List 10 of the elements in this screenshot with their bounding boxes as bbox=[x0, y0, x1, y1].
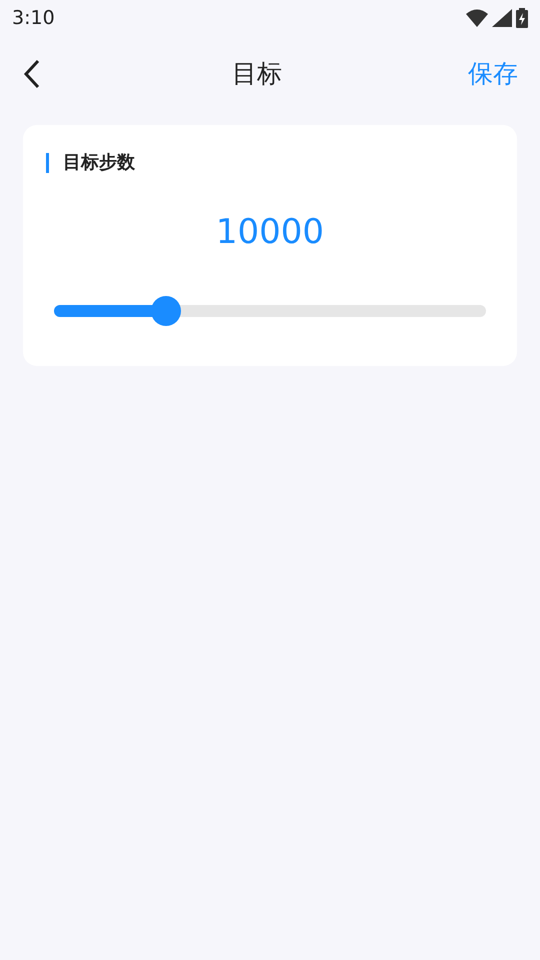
slider-thumb[interactable] bbox=[151, 296, 182, 326]
signal-icon bbox=[492, 9, 512, 27]
step-slider[interactable] bbox=[54, 296, 486, 326]
wifi-icon bbox=[466, 9, 488, 27]
status-time: 3:10 bbox=[12, 6, 55, 31]
step-goal-value: 10000 bbox=[214, 211, 326, 254]
save-button[interactable]: 保存 bbox=[468, 55, 518, 93]
section-title: 目标步数 bbox=[46, 153, 486, 173]
page-title: 目标 bbox=[232, 58, 282, 90]
battery-charging-icon bbox=[516, 8, 528, 28]
